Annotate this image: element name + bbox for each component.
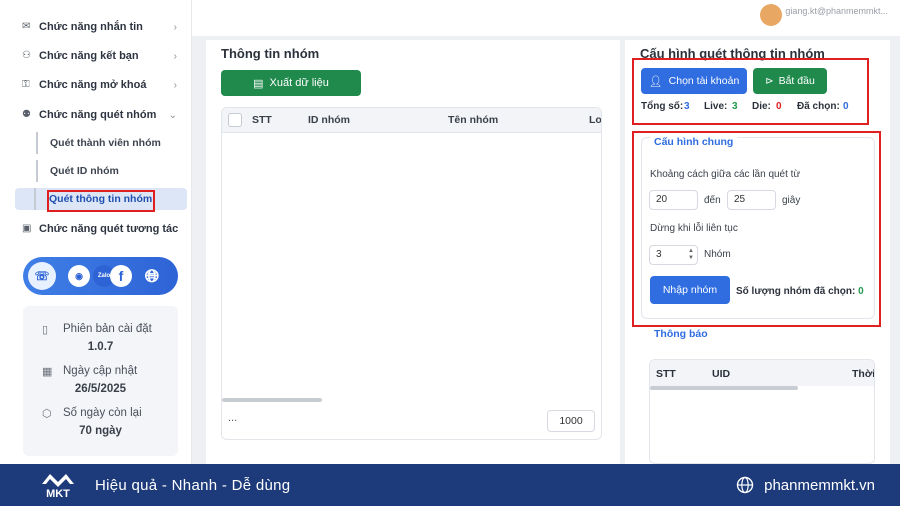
box-icon: ⬡ [42,408,52,420]
notice-table: STT UID Thời [649,359,875,464]
horizontal-scrollbar[interactable] [650,386,798,390]
sidebar-item-scan-interaction[interactable]: ▣ Chức năng quét tương tác [0,216,191,242]
page-size-input[interactable]: 1000 [547,410,595,432]
days-label: Số ngày còn lại [63,407,142,419]
days-value: 70 ngày [79,425,122,437]
chevron-right-icon: › [173,21,177,33]
social-links-bar: ☏ ◉ Zalo f 🌐︎ [23,257,178,295]
horizontal-scrollbar[interactable] [222,398,322,402]
highlight-box [632,131,881,327]
sidebar-item-add-friend[interactable]: ⚇ Chức năng kết bạn › [0,43,191,69]
sidebar-item-label: Chức năng nhắn tin [39,21,143,33]
chevron-right-icon: › [173,79,177,91]
update-value: 26/5/2025 [74,383,127,395]
support-icon[interactable]: ☏ [28,262,56,290]
globe-icon [736,476,754,494]
user-email: giang.kt@phanmemmkt... [785,6,888,16]
sidebar-subitem-label: Quét ID nhóm [50,165,119,177]
column-header-group-id[interactable]: ID nhóm [308,114,350,126]
group-icon: ⚉ [22,109,31,120]
table-footer-text: ... [228,412,238,424]
sidebar-item-label: Chức năng mở khoá [39,79,147,91]
app-window: ✉ Chức năng nhắn tin › ⚇ Chức năng kết b… [0,0,900,506]
notice-table-header: STT UID Thời [650,360,874,386]
sidebar-item-scan-group[interactable]: ⚉ Chức năng quét nhóm ⌄ [0,102,191,128]
unlock-icon: ⚿ [22,79,30,90]
add-friend-icon: ⚇ [22,50,31,61]
sidebar-item-unlock[interactable]: ⚿ Chức năng mở khoá › [0,72,191,98]
sidebar-item-label: Chức năng quét tương tác [39,223,179,235]
update-label: Ngày cập nhật [63,365,138,377]
export-data-button[interactable]: ▤ Xuất dữ liệu [221,70,361,96]
facebook-letter: f [110,265,132,287]
mkt-logo: MKT [42,474,74,500]
avatar[interactable] [760,4,782,26]
calendar-icon: ▦ [42,366,53,378]
brand-slogan: Hiệu quả - Nhanh - Dễ dùng [95,477,291,494]
select-all-checkbox[interactable] [228,113,242,127]
chevron-down-icon: ⌄ [168,109,177,121]
app-info-card: ▯ Phiên bản cài đặt 1.0.7 ▦ Ngày cập nhậ… [23,306,178,456]
highlight-box [632,58,869,125]
column-header-uid[interactable]: UID [712,368,730,380]
column-header-stt[interactable]: STT [252,114,272,126]
facebook-icon[interactable]: f [107,262,135,290]
group-info-table: STT ID nhóm Tên nhóm Lo ... 1000 [221,107,602,440]
sidebar-subitem-label: Quét thành viên nhóm [50,137,161,149]
version-icon: ▯ [42,324,49,336]
active-indicator [34,188,36,210]
export-label: Xuất dữ liệu [269,77,329,89]
sidebar-subitem-scan-id[interactable]: Quét ID nhóm [36,160,186,182]
web-icon[interactable]: 🌐︎ [140,264,164,288]
version-value: 1.0.7 [87,341,114,353]
column-header-type[interactable]: Lo [589,114,601,126]
sidebar-item-label: Chức năng quét nhóm [39,109,157,121]
interaction-icon: ▣ [22,223,32,234]
highlight-box [47,190,155,212]
messenger-icon[interactable]: ◉ [68,265,90,287]
message-icon: ✉ [22,21,31,32]
table-header: STT ID nhóm Tên nhóm Lo [222,108,601,133]
sidebar-item-messaging[interactable]: ✉ Chức năng nhắn tin › [0,14,191,40]
column-header-stt[interactable]: STT [656,368,676,380]
logo-text: MKT [46,488,70,500]
brand-website[interactable]: phanmemmkt.vn [764,477,875,494]
column-header-group-name[interactable]: Tên nhóm [448,114,498,126]
notice-legend: Thông báo [654,328,708,340]
column-header-time[interactable]: Thời [852,368,874,380]
sidebar-subitem-scan-members[interactable]: Quét thành viên nhóm [36,132,186,154]
group-info-title: Thông tin nhóm [221,46,320,61]
version-label: Phiên bản cài đặt [63,323,152,335]
chevron-right-icon: › [173,50,177,62]
top-bar: giang.kt@phanmemmkt... [192,0,900,36]
sidebar: ✉ Chức năng nhắn tin › ⚇ Chức năng kết b… [0,0,192,464]
brand-footer: MKT Hiệu quả - Nhanh - Dễ dùng phanmemmk… [0,464,900,506]
sidebar-item-label: Chức năng kết bạn [39,50,139,62]
excel-icon: ▤ [253,77,264,90]
